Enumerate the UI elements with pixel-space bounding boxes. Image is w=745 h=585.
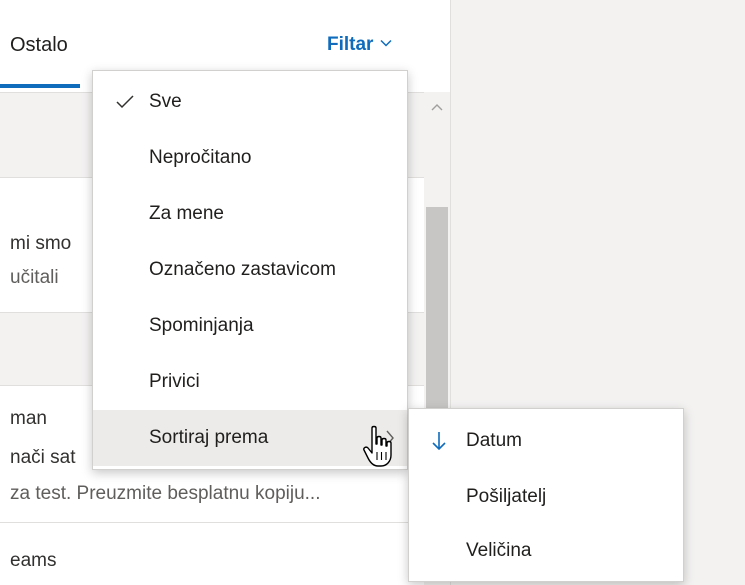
menu-item-mentions[interactable]: Spominjanja: [93, 298, 407, 354]
menu-item-unread[interactable]: Nepročitano: [93, 130, 407, 186]
sort-option-label: Veličina: [466, 540, 532, 561]
outlook-window: Ostalo Filtar mi smo učitali man nači sa…: [0, 0, 745, 585]
scroll-up-arrow-icon[interactable]: [424, 98, 450, 116]
message-sender: man: [10, 408, 47, 429]
arrow-down-icon: [429, 430, 449, 452]
message-preview-line: za test. Preuzmite besplatnu kopiju...: [10, 483, 321, 504]
menu-item-label: Privici: [149, 371, 200, 392]
menu-item-flagged[interactable]: Označeno zastavicom: [93, 242, 407, 298]
message-preview-line: mi smo: [10, 233, 72, 254]
menu-item-label: Nepročitano: [149, 147, 252, 168]
chevron-down-icon: [379, 34, 393, 56]
sort-option-sender[interactable]: Pošiljatelj: [409, 470, 683, 524]
menu-item-to-me[interactable]: Za mene: [93, 186, 407, 242]
menu-item-label: Spominjanja: [149, 315, 254, 336]
message-preview-line: učitali: [10, 267, 59, 288]
sort-option-date[interactable]: Datum: [409, 414, 683, 468]
sort-option-size[interactable]: Veličina: [409, 524, 683, 578]
menu-item-label: Za mene: [149, 203, 224, 224]
sort-option-label: Datum: [466, 430, 522, 451]
tab-other[interactable]: Ostalo: [10, 34, 68, 57]
checkmark-icon: [115, 92, 135, 112]
filter-menu: Sve Nepročitano Za mene Označeno zastavi…: [92, 70, 408, 470]
menu-item-label: Označeno zastavicom: [149, 259, 336, 280]
menu-item-label: Sve: [149, 91, 182, 112]
row-divider: [0, 522, 424, 523]
menu-item-all[interactable]: Sve: [93, 74, 407, 130]
message-subject: nači sat: [10, 447, 76, 468]
filter-button[interactable]: Filtar: [327, 34, 393, 56]
sort-submenu: Datum Pošiljatelj Veličina: [408, 408, 684, 582]
menu-item-attachments[interactable]: Privici: [93, 354, 407, 410]
menu-item-label: Sortiraj prema: [149, 427, 269, 448]
filter-button-label: Filtar: [327, 34, 374, 55]
sort-option-label: Pošiljatelj: [466, 486, 547, 507]
message-sender: eams: [10, 550, 57, 571]
menu-item-sort-by[interactable]: Sortiraj prema: [93, 410, 407, 466]
chevron-right-icon: [383, 428, 397, 448]
tab-other-underline: [0, 84, 80, 88]
